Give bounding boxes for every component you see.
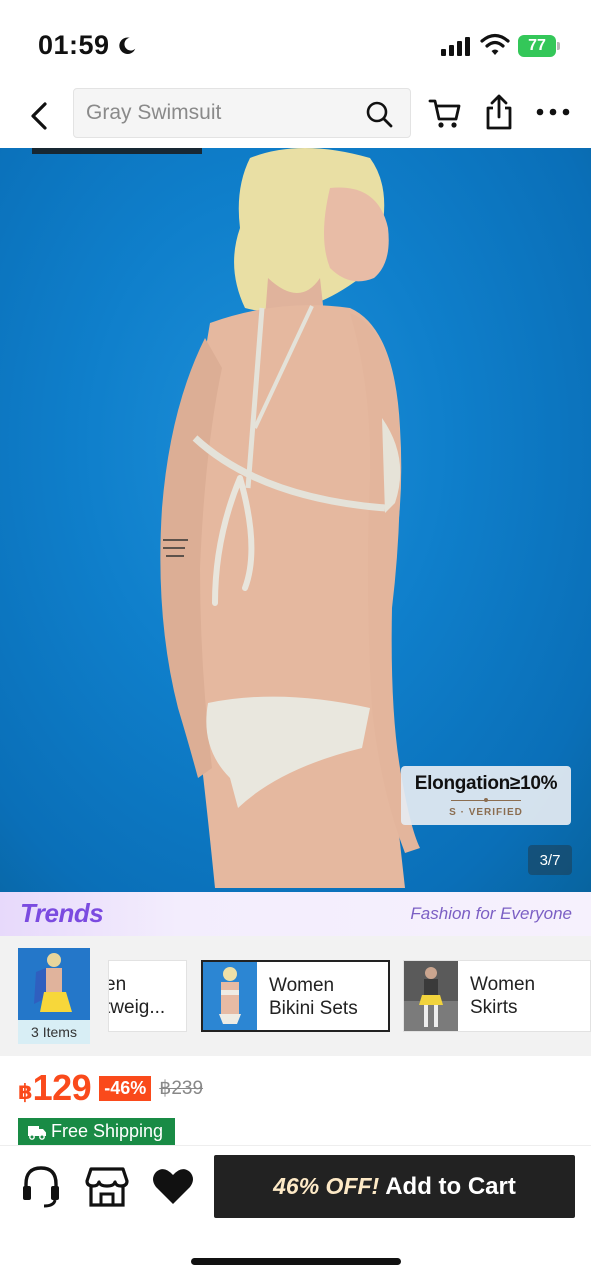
trend-card[interactable]: Women Skirts <box>403 960 591 1032</box>
store-icon[interactable] <box>85 1166 129 1208</box>
share-icon[interactable] <box>484 93 514 131</box>
trend-card-image <box>404 961 458 1031</box>
trend-collection-thumbnail[interactable]: 3 Items <box>18 948 90 1044</box>
search-box[interactable] <box>73 88 411 138</box>
shopping-cart-icon[interactable] <box>428 96 462 130</box>
battery-icon: 77 <box>518 35 560 57</box>
original-price: ฿239 <box>159 1077 204 1099</box>
product-image-carousel[interactable]: Elongation≥10% S · VERIFIED 3/7 <box>0 148 591 892</box>
trend-card-label: Women Bikini Sets <box>269 975 358 1019</box>
cart-promo-label: 46% OFF! <box>273 1173 380 1199</box>
search-input[interactable] <box>86 89 356 137</box>
heart-icon[interactable] <box>151 1166 195 1206</box>
top-nav-bar <box>0 88 591 148</box>
moon-icon <box>118 36 135 54</box>
trend-card-image <box>203 962 257 1030</box>
trends-strip: 3 Items en tweig... Women Bikini Sets <box>0 936 591 1056</box>
search-icon[interactable] <box>365 100 393 128</box>
bottom-action-bar: 46% OFF! Add to Cart <box>0 1145 591 1280</box>
free-shipping-label: Free Shipping <box>51 1121 164 1141</box>
back-button[interactable] <box>22 96 56 136</box>
add-to-cart-button[interactable]: 46% OFF! Add to Cart <box>214 1155 575 1218</box>
cart-button-label: Add to Cart <box>385 1172 516 1200</box>
trends-logo: Trends <box>20 898 104 928</box>
image-page-counter: 3/7 <box>528 845 572 875</box>
chevron-left-icon <box>31 102 47 130</box>
trends-banner[interactable]: Trends Fashion for Everyone <box>0 892 591 936</box>
cellular-signal-icon <box>441 36 470 56</box>
badge-divider-dot <box>484 798 488 802</box>
trend-card-label: en tweig... <box>108 974 166 1018</box>
trend-card-selected[interactable]: Women Bikini Sets <box>201 960 390 1032</box>
status-time: 01:59 <box>38 30 110 60</box>
discount-badge: -46% <box>99 1075 152 1101</box>
truck-icon <box>28 1125 46 1140</box>
verified-label: S · VERIFIED <box>449 807 523 818</box>
status-clock: 01:59 <box>38 30 138 61</box>
elongation-badge: Elongation≥10% S · VERIFIED <box>401 766 571 825</box>
trend-card-label: Women Skirts <box>470 974 536 1018</box>
trends-tagline: Fashion for Everyone <box>410 904 572 923</box>
trend-collection-image <box>18 948 90 1020</box>
trend-card[interactable]: en tweig... <box>108 960 187 1032</box>
status-bar: 01:59 77 <box>0 0 591 88</box>
elongation-label: Elongation≥10% <box>414 773 558 794</box>
more-options-icon[interactable] <box>536 102 570 122</box>
wifi-icon <box>480 33 510 55</box>
home-indicator[interactable] <box>191 1258 401 1265</box>
trend-items-count: 3 Items <box>31 1024 77 1040</box>
current-price: 129 <box>32 1067 92 1108</box>
free-shipping-badge: Free Shipping <box>18 1118 175 1145</box>
customer-service-icon[interactable] <box>20 1164 62 1210</box>
currency-symbol: ฿ <box>18 1080 33 1104</box>
battery-level: 77 <box>518 35 556 57</box>
product-page: 01:59 77 Gray Swimsuit Elongation≥10% S … <box>0 0 591 1280</box>
price-row: ฿ 129 -46% ฿239 <box>18 1067 204 1108</box>
